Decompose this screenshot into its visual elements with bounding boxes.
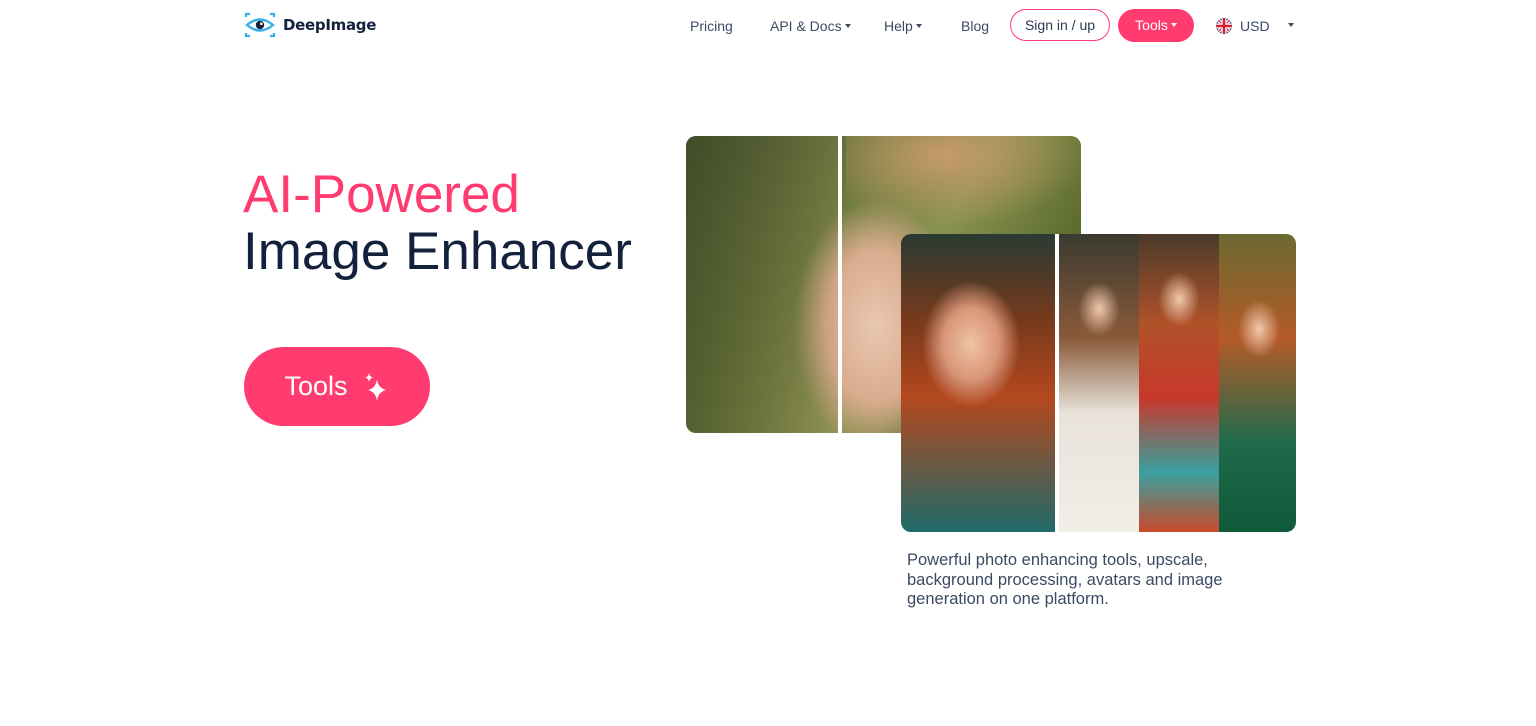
chevron-down-icon (1170, 23, 1177, 28)
tools-cta-label: Tools (284, 371, 348, 401)
sign-in-button[interactable]: Sign in / up (1010, 9, 1110, 41)
nav-api-docs-label: API & Docs (770, 18, 842, 34)
nav-api-docs-dropdown[interactable]: API & Docs (770, 9, 851, 43)
comparison-divider (838, 136, 842, 433)
tools-nav-button[interactable]: Tools (1118, 9, 1194, 42)
tools-nav-label: Tools (1135, 17, 1168, 33)
hero-description: Powerful photo enhancing tools, upscale,… (907, 551, 1223, 608)
nav-blog[interactable]: Blog (961, 9, 989, 43)
before-after-avatars-image (901, 234, 1296, 532)
redhead-portrait (901, 234, 1056, 532)
before-half-overlay (686, 136, 841, 433)
nav-help-dropdown[interactable]: Help (884, 9, 922, 43)
nav-blog-label: Blog (961, 18, 990, 34)
top-nav: Pricing API & Docs Help Blog Sign in / u… (0, 9, 1536, 43)
chevron-down-icon (915, 24, 922, 29)
bride-avatar (1059, 234, 1139, 532)
hero-title-line2: Image Enhancer (243, 222, 632, 281)
nav-pricing-label: Pricing (690, 18, 733, 34)
kimono-avatar (1139, 234, 1219, 532)
currency-selector[interactable]: USD (1216, 9, 1294, 43)
uk-flag-icon (1216, 18, 1232, 34)
currency-label: USD (1240, 18, 1270, 34)
nav-pricing[interactable]: Pricing (690, 9, 733, 43)
hero-title-line1: AI-Powered (243, 165, 520, 224)
tools-cta-button[interactable]: Tools (244, 347, 430, 426)
sign-in-label: Sign in / up (1024, 17, 1096, 33)
sparkles-icon (364, 372, 386, 401)
green-dress-avatar (1219, 234, 1296, 532)
chevron-down-icon (844, 24, 851, 29)
nav-help-label: Help (884, 18, 913, 34)
comparison-divider (1055, 234, 1059, 532)
chevron-down-icon (1287, 23, 1294, 27)
